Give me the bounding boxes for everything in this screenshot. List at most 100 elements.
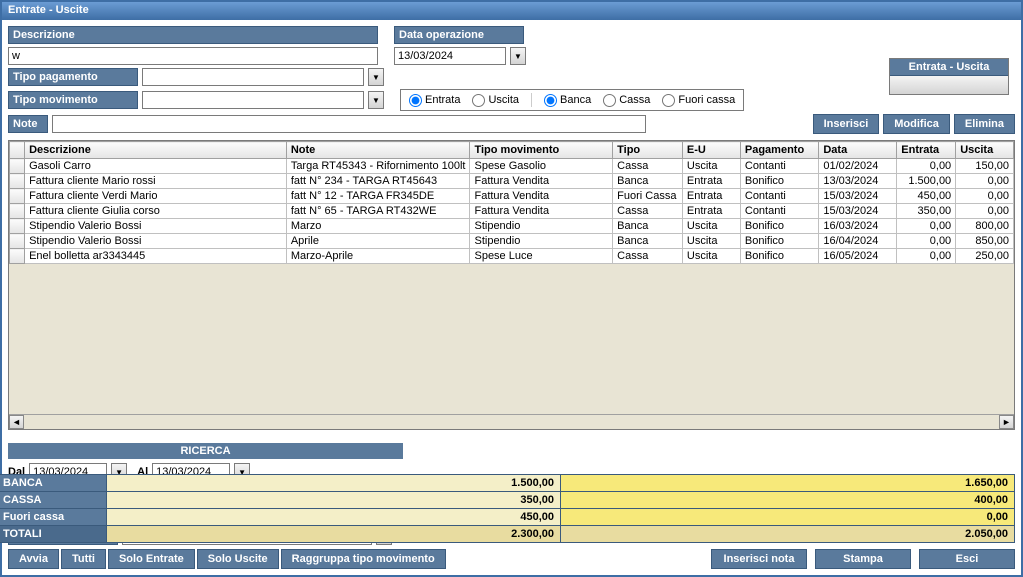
table-cell: fatt N° 65 - TARGA RT432WE [286, 204, 470, 219]
tipo-movimento-combo[interactable] [142, 91, 364, 109]
table-cell: 800,00 [956, 219, 1014, 234]
radio-uscita[interactable]: Uscita [472, 94, 519, 107]
tipo-movimento-dropdown[interactable] [368, 91, 384, 109]
table-cell: 13/03/2024 [819, 174, 897, 189]
table-cell: 16/03/2024 [819, 219, 897, 234]
radio-group-top: Entrata Uscita Banca Cassa Fuori cassa [400, 89, 744, 111]
col-header[interactable]: E-U [682, 142, 740, 159]
table-row[interactable]: Stipendio Valerio BossiAprileStipendioBa… [10, 234, 1014, 249]
modifica-button[interactable]: Modifica [883, 114, 950, 134]
avvia-button[interactable]: Avvia [8, 549, 59, 569]
data-operazione-dropdown[interactable] [510, 47, 526, 65]
totals-cassa-u: 400,00 [561, 492, 1015, 509]
table-cell: Uscita [682, 249, 740, 264]
col-header[interactable]: Pagamento [740, 142, 818, 159]
table-cell: Banca [613, 234, 683, 249]
table-cell: Banca [613, 174, 683, 189]
totals-totali-e: 2.300,00 [107, 526, 561, 543]
col-header[interactable]: Tipo [613, 142, 683, 159]
table-cell: 01/02/2024 [819, 159, 897, 174]
table-cell: 1.500,00 [897, 174, 956, 189]
row-selector[interactable] [10, 219, 25, 234]
solo-uscite-button[interactable]: Solo Uscite [197, 549, 279, 569]
row-selector[interactable] [10, 249, 25, 264]
raggruppa-button[interactable]: Raggruppa tipo movimento [281, 549, 446, 569]
table-row[interactable]: Fattura cliente Mario rossifatt N° 234 -… [10, 174, 1014, 189]
totals-cassa-label: CASSA [0, 492, 107, 509]
row-selector[interactable] [10, 159, 25, 174]
scroll-left-button[interactable]: ◄ [9, 415, 24, 429]
entrata-uscita-header: Entrata - Uscita [890, 59, 1008, 76]
totals-banca-e: 1.500,00 [107, 475, 561, 492]
table-cell: Stipendio [470, 219, 613, 234]
col-header[interactable]: Note [286, 142, 470, 159]
table-cell: Spese Luce [470, 249, 613, 264]
totals-table: BANCA1.500,001.650,00 CASSA350,00400,00 … [0, 474, 1015, 543]
totals-fuori-u: 0,00 [561, 509, 1015, 526]
table-cell: Contanti [740, 159, 818, 174]
descrizione-input[interactable] [8, 47, 378, 65]
table-cell: 0,00 [897, 219, 956, 234]
table-row[interactable]: Fattura cliente Giulia corsofatt N° 65 -… [10, 204, 1014, 219]
solo-entrate-button[interactable]: Solo Entrate [108, 549, 195, 569]
table-cell: Aprile [286, 234, 470, 249]
table-cell: Marzo [286, 219, 470, 234]
row-selector[interactable] [10, 204, 25, 219]
tutti-button[interactable]: Tutti [61, 549, 106, 569]
radio-fuori-cassa[interactable]: Fuori cassa [662, 94, 735, 107]
table-cell: Fattura cliente Mario rossi [25, 174, 287, 189]
stampa-button[interactable]: Stampa [815, 549, 911, 569]
data-operazione-input[interactable] [394, 47, 506, 65]
entrata-uscita-body [890, 76, 1008, 94]
horizontal-scrollbar[interactable]: ◄ ► [9, 414, 1014, 429]
col-header[interactable]: Uscita [956, 142, 1014, 159]
table-cell: fatt N° 12 - TARGA FR345DE [286, 189, 470, 204]
table-row[interactable]: Stipendio Valerio BossiMarzoStipendioBan… [10, 219, 1014, 234]
totals-banca-label: BANCA [0, 475, 107, 492]
col-header[interactable]: Descrizione [25, 142, 287, 159]
inserisci-button[interactable]: Inserisci [813, 114, 880, 134]
totals-totali-label: TOTALI [0, 526, 107, 543]
table-row[interactable]: Fattura cliente Verdi Mariofatt N° 12 - … [10, 189, 1014, 204]
elimina-button[interactable]: Elimina [954, 114, 1015, 134]
radio-cassa[interactable]: Cassa [603, 94, 650, 107]
radio-entrata[interactable]: Entrata [409, 94, 460, 107]
table-cell: Stipendio Valerio Bossi [25, 219, 287, 234]
tipo-pagamento-label: Tipo pagamento [8, 68, 138, 86]
table-cell: 16/04/2024 [819, 234, 897, 249]
row-selector[interactable] [10, 234, 25, 249]
table-cell: Contanti [740, 189, 818, 204]
table-cell: Entrata [682, 189, 740, 204]
table-cell: Uscita [682, 159, 740, 174]
table-cell: Banca [613, 219, 683, 234]
inserisci-nota-button[interactable]: Inserisci nota [711, 549, 807, 569]
data-operazione-label: Data operazione [394, 26, 524, 44]
note-input[interactable] [52, 115, 646, 133]
table-cell: 0,00 [956, 189, 1014, 204]
table-cell: fatt N° 234 - TARGA RT45643 [286, 174, 470, 189]
table-cell: Gasoli Carro [25, 159, 287, 174]
totals-banca-u: 1.650,00 [561, 475, 1015, 492]
table-cell: 0,00 [956, 174, 1014, 189]
table-cell: Fattura Vendita [470, 204, 613, 219]
totals-totali-u: 2.050,00 [561, 526, 1015, 543]
table-cell: Enel bolletta ar3343445 [25, 249, 287, 264]
esci-button[interactable]: Esci [919, 549, 1015, 569]
table-row[interactable]: Gasoli CarroTarga RT45343 - Rifornimento… [10, 159, 1014, 174]
tipo-pagamento-dropdown[interactable] [368, 68, 384, 86]
scroll-right-button[interactable]: ► [999, 415, 1014, 429]
row-selector[interactable] [10, 174, 25, 189]
col-header[interactable]: Data [819, 142, 897, 159]
radio-banca[interactable]: Banca [544, 94, 591, 107]
note-label: Note [8, 115, 48, 133]
tipo-pagamento-combo[interactable] [142, 68, 364, 86]
table-cell: 0,00 [897, 159, 956, 174]
table-cell: Entrata [682, 204, 740, 219]
row-selector[interactable] [10, 189, 25, 204]
table-row[interactable]: Enel bolletta ar3343445Marzo-AprileSpese… [10, 249, 1014, 264]
descrizione-label: Descrizione [8, 26, 378, 44]
table-cell: Bonifico [740, 249, 818, 264]
col-header[interactable]: Tipo movimento [470, 142, 613, 159]
table-cell: Cassa [613, 159, 683, 174]
col-header[interactable]: Entrata [897, 142, 956, 159]
